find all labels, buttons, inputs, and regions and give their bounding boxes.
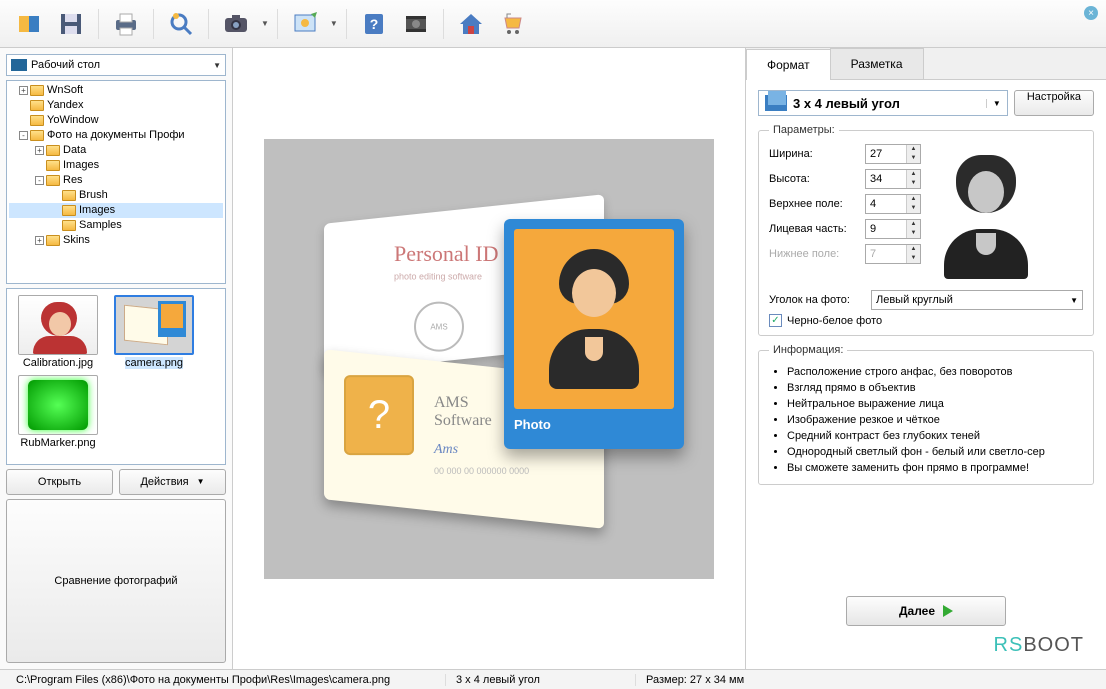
capture-icon[interactable] [286, 5, 324, 43]
photo-label: Photo [514, 417, 674, 432]
parameters-legend: Параметры: [769, 124, 839, 136]
settings-tabs: Формат Разметка [746, 48, 1106, 80]
brand-logo: RSBOOT [758, 634, 1094, 659]
tree-item[interactable]: YoWindow [9, 113, 223, 128]
thumbnail[interactable]: camera.png [109, 295, 199, 369]
tree-item[interactable]: Yandex [9, 98, 223, 113]
status-format: 3 x 4 левый угол [446, 674, 636, 686]
top-margin-spinner[interactable]: 4▲▼ [865, 194, 921, 214]
tree-item[interactable]: Samples [9, 218, 223, 233]
folder-tree[interactable]: +WnSoftYandexYoWindow-Фото на документы … [6, 80, 226, 284]
tree-item[interactable]: Images [9, 158, 223, 173]
tree-item[interactable]: Images [9, 203, 223, 218]
tree-item[interactable]: +WnSoft [9, 83, 223, 98]
location-select[interactable]: Рабочий стол ▼ [6, 54, 226, 76]
tab-layout[interactable]: Разметка [830, 48, 924, 79]
signature: Ams [434, 442, 458, 458]
status-bar: C:\Program Files (x86)\Фото на документы… [0, 669, 1106, 689]
tree-item[interactable]: +Skins [9, 233, 223, 248]
personal-id-sub: photo editing software [394, 271, 482, 281]
file-browser-panel: Рабочий стол ▼ +WnSoftYandexYoWindow-Фот… [0, 48, 233, 669]
thumbnail[interactable]: Calibration.jpg [13, 295, 103, 369]
save-icon[interactable] [52, 5, 90, 43]
cart-icon[interactable] [494, 5, 532, 43]
avatar-icon [544, 249, 644, 389]
preview-area: Personal ID photo editing software AMS ?… [233, 48, 746, 669]
home-icon[interactable] [452, 5, 490, 43]
settings-panel: Формат Разметка 3 x 4 левый угол ▼ Настр… [746, 48, 1106, 669]
width-spinner[interactable]: 27▲▼ [865, 144, 921, 164]
info-list: Расположение строго анфас, без поворотов… [769, 364, 1083, 476]
tab-format[interactable]: Формат [746, 49, 831, 80]
chevron-down-icon: ▼ [986, 99, 1001, 108]
print-icon[interactable] [107, 5, 145, 43]
info-legend: Информация: [769, 344, 847, 356]
info-item: Изображение резкое и чёткое [787, 412, 1083, 428]
preview-canvas: Personal ID photo editing software AMS ?… [264, 139, 714, 579]
next-button[interactable]: Далее [846, 596, 1006, 626]
thumbnail-grid[interactable]: Calibration.jpgcamera.pngRubMarker.png [6, 288, 226, 465]
close-icon[interactable]: × [1084, 6, 1098, 20]
status-size: Размер: 27 x 34 мм [636, 674, 754, 686]
info-group: Информация: Расположение строго анфас, б… [758, 344, 1094, 485]
camera-icon[interactable] [217, 5, 255, 43]
bw-label: Черно-белое фото [787, 315, 882, 327]
chevron-down-icon: ▼ [213, 61, 221, 70]
svg-text:?: ? [370, 16, 379, 32]
tree-item[interactable]: -Res [9, 173, 223, 188]
corner-select[interactable]: Левый круглый▼ [871, 290, 1083, 310]
question-mark-icon: ? [344, 375, 414, 455]
bw-checkbox[interactable]: ✓ [769, 314, 782, 327]
format-icon [765, 95, 787, 111]
stamp-icon: AMS [414, 301, 464, 351]
tree-item[interactable]: +Data [9, 143, 223, 158]
zoom-icon[interactable] [162, 5, 200, 43]
format-value: 3 x 4 левый угол [793, 96, 900, 111]
photo-card: Photo [504, 219, 684, 449]
personal-id-label: Personal ID [394, 240, 498, 266]
bottom-margin-spinner: 7▲▼ [865, 244, 921, 264]
info-item: Однородный светлый фон - белый или светл… [787, 444, 1083, 460]
tree-item[interactable]: Brush [9, 188, 223, 203]
camera-dropdown-icon[interactable]: ▼ [261, 19, 269, 28]
info-item: Средний контраст без глубоких теней [787, 428, 1083, 444]
info-item: Расположение строго анфас, без поворотов [787, 364, 1083, 380]
open-button[interactable]: Открыть [6, 469, 113, 495]
capture-dropdown-icon[interactable]: ▼ [330, 19, 338, 28]
tree-item[interactable]: -Фото на документы Профи [9, 128, 223, 143]
open-icon[interactable] [10, 5, 48, 43]
format-select[interactable]: 3 x 4 левый угол ▼ [758, 90, 1008, 116]
desktop-icon [11, 59, 27, 71]
parameters-group: Параметры: Ширина:27▲▼ Высота:34▲▼ Верхн… [758, 124, 1094, 336]
arrow-right-icon [943, 605, 953, 617]
info-item: Вы сможете заменить фон прямо в программ… [787, 460, 1083, 476]
location-label: Рабочий стол [31, 59, 100, 71]
info-item: Взгляд прямо в объектив [787, 380, 1083, 396]
height-spinner[interactable]: 34▲▼ [865, 169, 921, 189]
face-part-spinner[interactable]: 9▲▼ [865, 219, 921, 239]
corner-label: Уголок на фото: [769, 294, 865, 306]
sample-portrait [931, 144, 1041, 284]
thumbnail[interactable]: RubMarker.png [13, 375, 103, 449]
status-path: C:\Program Files (x86)\Фото на документы… [6, 674, 446, 686]
settings-button[interactable]: Настройка [1014, 90, 1094, 116]
main-toolbar: ▼ ▼ ? × [0, 0, 1106, 48]
help-icon[interactable]: ? [355, 5, 393, 43]
info-item: Нейтральное выражение лица [787, 396, 1083, 412]
ams-label: AMSSoftware [434, 393, 492, 429]
actions-button[interactable]: Действия▼ [119, 469, 226, 495]
video-icon[interactable] [397, 5, 435, 43]
compare-photos-button[interactable]: Сравнение фотографий [6, 499, 226, 664]
code-dots: 00 000 00 000000 0000 [434, 465, 529, 475]
